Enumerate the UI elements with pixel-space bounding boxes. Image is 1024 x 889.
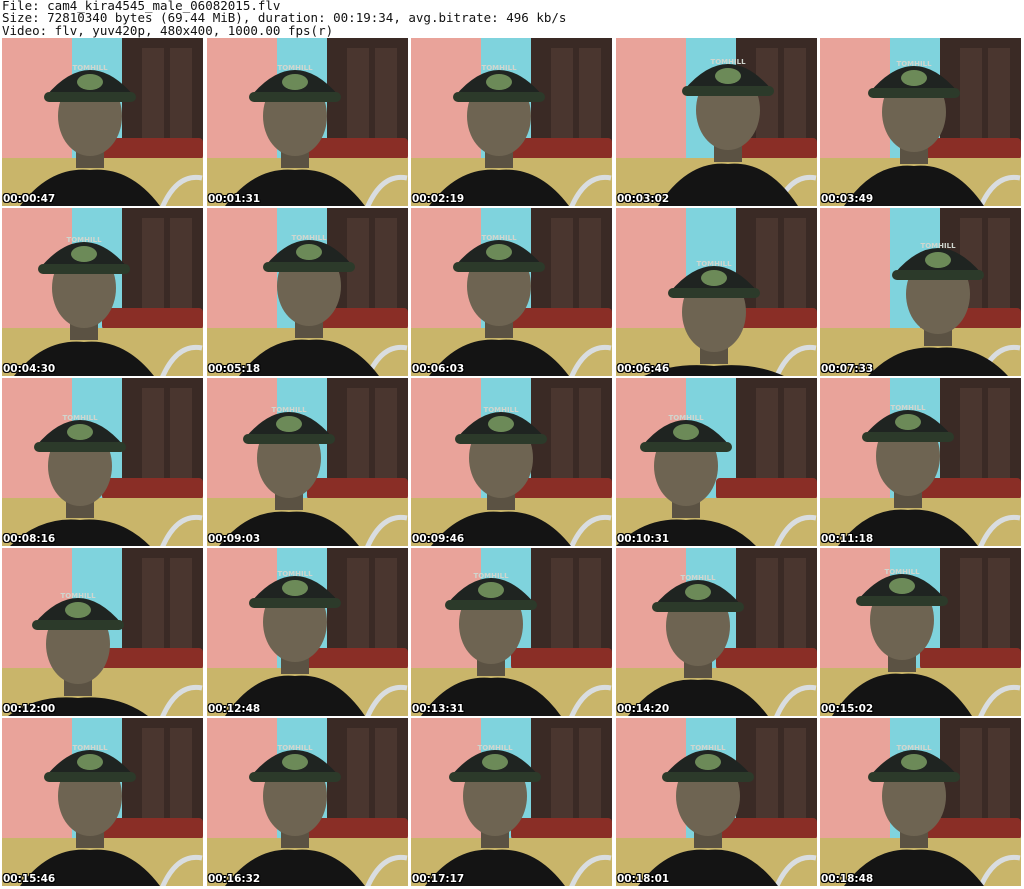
frame-timestamp: 00:00:47: [3, 193, 56, 205]
frame-timestamp: 00:15:02: [821, 703, 874, 715]
frame-timestamp: 00:01:31: [208, 193, 261, 205]
video-frame-thumbnail: TOMHILL 00:13:31: [411, 548, 612, 716]
frame-timestamp: 00:16:32: [208, 873, 261, 885]
svg-text:TOMHILL: TOMHILL: [884, 568, 920, 576]
video-format-line: Video: flv, yuv420p, 480x400, 1000.00 fp…: [2, 22, 334, 38]
thumbnail-grid: TOMHILL 00:00:47 TOMHILL 00:01:31 TOMHILL 00:…: [2, 38, 1024, 888]
svg-text:TOMHILL: TOMHILL: [710, 58, 746, 66]
frame-timestamp: 00:06:03: [412, 363, 465, 375]
video-frame-thumbnail: TOMHILL 00:00:47: [2, 38, 203, 206]
frame-timestamp: 00:06:46: [617, 363, 670, 375]
video-frame-thumbnail: TOMHILL 00:15:02: [820, 548, 1021, 716]
svg-text:TOMHILL: TOMHILL: [277, 744, 313, 752]
frame-timestamp: 00:09:03: [208, 533, 261, 545]
svg-text:TOMHILL: TOMHILL: [277, 570, 313, 578]
frame-timestamp: 00:05:18: [208, 363, 261, 375]
svg-text:TOMHILL: TOMHILL: [473, 572, 509, 580]
frame-timestamp: 00:14:20: [617, 703, 670, 715]
frame-timestamp: 00:02:19: [412, 193, 465, 205]
frame-timestamp: 00:18:48: [821, 873, 874, 885]
frame-timestamp: 00:08:16: [3, 533, 56, 545]
video-frame-thumbnail: TOMHILL 00:15:46: [2, 718, 203, 886]
svg-text:TOMHILL: TOMHILL: [890, 404, 926, 412]
video-frame-thumbnail: TOMHILL 00:04:30: [2, 208, 203, 376]
svg-text:TOMHILL: TOMHILL: [291, 234, 327, 242]
video-frame-thumbnail: TOMHILL 00:09:03: [207, 378, 408, 546]
video-frame-thumbnail: TOMHILL 00:06:03: [411, 208, 612, 376]
video-frame-thumbnail: TOMHILL 00:03:02: [616, 38, 817, 206]
frame-timestamp: 00:09:46: [412, 533, 465, 545]
video-frame-thumbnail: TOMHILL 00:05:18: [207, 208, 408, 376]
frame-timestamp: 00:13:31: [412, 703, 465, 715]
video-frame-thumbnail: TOMHILL 00:08:16: [2, 378, 203, 546]
svg-text:TOMHILL: TOMHILL: [477, 744, 513, 752]
video-frame-thumbnail: TOMHILL 00:17:17: [411, 718, 612, 886]
svg-text:TOMHILL: TOMHILL: [668, 414, 704, 422]
frame-timestamp: 00:03:49: [821, 193, 874, 205]
video-frame-thumbnail: TOMHILL 00:14:20: [616, 548, 817, 716]
svg-text:TOMHILL: TOMHILL: [62, 414, 98, 422]
video-frame-thumbnail: TOMHILL 00:09:46: [411, 378, 612, 546]
video-frame-thumbnail: TOMHILL 00:03:49: [820, 38, 1021, 206]
svg-text:TOMHILL: TOMHILL: [66, 236, 102, 244]
video-frame-thumbnail: TOMHILL 00:02:19: [411, 38, 612, 206]
svg-text:TOMHILL: TOMHILL: [690, 744, 726, 752]
video-frame-thumbnail: TOMHILL 00:06:46: [616, 208, 817, 376]
video-frame-thumbnail: TOMHILL 00:18:48: [820, 718, 1021, 886]
frame-timestamp: 00:10:31: [617, 533, 670, 545]
video-frame-thumbnail: TOMHILL 00:16:32: [207, 718, 408, 886]
svg-text:TOMHILL: TOMHILL: [277, 64, 313, 72]
frame-timestamp: 00:12:00: [3, 703, 56, 715]
video-frame-thumbnail: TOMHILL 00:10:31: [616, 378, 817, 546]
svg-text:TOMHILL: TOMHILL: [481, 64, 517, 72]
frame-timestamp: 00:18:01: [617, 873, 670, 885]
frame-timestamp: 00:03:02: [617, 193, 670, 205]
video-frame-thumbnail: TOMHILL 00:18:01: [616, 718, 817, 886]
svg-text:TOMHILL: TOMHILL: [920, 242, 956, 250]
svg-text:TOMHILL: TOMHILL: [271, 406, 307, 414]
svg-text:TOMHILL: TOMHILL: [896, 60, 932, 68]
svg-text:TOMHILL: TOMHILL: [483, 406, 519, 414]
video-frame-thumbnail: TOMHILL 00:01:31: [207, 38, 408, 206]
frame-timestamp: 00:12:48: [208, 703, 261, 715]
video-frame-thumbnail: TOMHILL 00:12:48: [207, 548, 408, 716]
frame-timestamp: 00:04:30: [3, 363, 56, 375]
frame-timestamp: 00:17:17: [412, 873, 465, 885]
video-info-header: File: cam4_kira4545_male_06082015.flv Si…: [2, 0, 1022, 37]
video-frame-thumbnail: TOMHILL 00:12:00: [2, 548, 203, 716]
video-frame-thumbnail: TOMHILL 00:11:18: [820, 378, 1021, 546]
frame-timestamp: 00:11:18: [821, 533, 874, 545]
svg-text:TOMHILL: TOMHILL: [72, 744, 108, 752]
frame-timestamp: 00:07:33: [821, 363, 874, 375]
svg-text:TOMHILL: TOMHILL: [60, 592, 96, 600]
svg-text:TOMHILL: TOMHILL: [896, 744, 932, 752]
svg-text:TOMHILL: TOMHILL: [72, 64, 108, 72]
svg-text:TOMHILL: TOMHILL: [696, 260, 732, 268]
svg-text:TOMHILL: TOMHILL: [680, 574, 716, 582]
svg-text:TOMHILL: TOMHILL: [481, 234, 517, 242]
video-frame-thumbnail: TOMHILL 00:07:33: [820, 208, 1021, 376]
frame-timestamp: 00:15:46: [3, 873, 56, 885]
